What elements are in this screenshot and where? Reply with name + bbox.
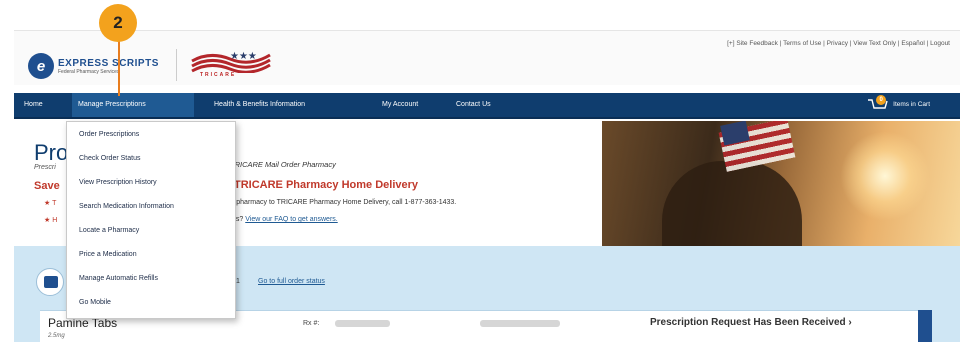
full-order-status-link[interactable]: Go to full order status: [258, 278, 325, 285]
menu-item-order-prescriptions[interactable]: Order Prescriptions: [79, 131, 139, 138]
nav-home[interactable]: Home: [18, 93, 49, 117]
main-nav: Home Manage Prescriptions Health & Benef…: [14, 93, 960, 119]
menu-item-price-medication[interactable]: Price a Medication: [79, 251, 137, 258]
menu-item-go-mobile[interactable]: Go Mobile: [79, 299, 111, 306]
faq-line: ns? View our FAQ to get answers.: [232, 216, 338, 223]
mail-order-text: TRICARE Mail Order Pharmacy: [230, 160, 336, 169]
site-header: e EXPRESS SCRIPTS Federal Pharmacy Servi…: [14, 30, 960, 85]
menu-item-locate-pharmacy[interactable]: Locate a Pharmacy: [79, 227, 139, 234]
utility-links[interactable]: [+] Site Feedback | Terms of Use | Priva…: [727, 40, 950, 47]
cart-icon: 0: [868, 95, 888, 111]
order-status-icon: [36, 268, 64, 296]
nav-manage-prescriptions[interactable]: Manage Prescriptions: [72, 93, 194, 117]
logo-sub-text: Federal Pharmacy Services: [58, 68, 120, 75]
logo-main-text: EXPRESS SCRIPTS: [58, 57, 159, 69]
nav-my-account[interactable]: My Account: [376, 93, 424, 117]
manage-prescriptions-menu: Order Prescriptions Check Order Status V…: [66, 121, 236, 319]
tricare-word: TRICARE: [200, 72, 237, 78]
hero-photo: [602, 121, 960, 246]
menu-item-manage-automatic-refills[interactable]: Manage Automatic Refills: [79, 275, 158, 282]
nav-health-benefits[interactable]: Health & Benefits Information: [208, 93, 311, 117]
rx-status-link[interactable]: Prescription Request Has Been Received ›: [650, 317, 880, 328]
rx-card-side-tab[interactable]: [918, 310, 932, 342]
tricare-flag-icon: ★★★: [191, 51, 271, 74]
page-subtitle: Prescri: [34, 164, 56, 171]
menu-item-search-medication-information[interactable]: Search Medication Information: [79, 203, 174, 210]
nav-contact-us[interactable]: Contact Us: [450, 93, 497, 117]
menu-item-check-order-status[interactable]: Check Order Status: [79, 155, 140, 162]
cart-link[interactable]: 0 Items in Cart: [868, 95, 930, 111]
save-heading: Save: [34, 180, 60, 192]
rx-date-redacted: [480, 320, 560, 327]
rx-number-label: Rx #:: [303, 320, 320, 327]
express-scripts-logo[interactable]: e EXPRESS SCRIPTS Federal Pharmacy Servi…: [28, 53, 159, 79]
logo-divider: [176, 49, 177, 81]
express-scripts-logo-icon: e: [28, 53, 54, 79]
cart-label: Items in Cart: [893, 100, 930, 108]
bullet-item: ★ H: [44, 217, 58, 224]
menu-item-view-prescription-history[interactable]: View Prescription History: [79, 179, 157, 186]
rx-number-redacted: [335, 320, 390, 327]
svg-text:★★★: ★★★: [230, 51, 257, 62]
rx-dose: 2.5mg: [48, 333, 65, 339]
callout-number-badge: 2: [99, 4, 137, 42]
tricare-logo: ★★★ TRICARE: [190, 49, 272, 81]
faq-link[interactable]: View our FAQ to get answers.: [245, 216, 337, 223]
switch-pharmacy-text: r pharmacy to TRICARE Pharmacy Home Deli…: [232, 199, 457, 206]
home-delivery-heading: TRICARE Pharmacy Home Delivery: [234, 179, 419, 191]
bullet-item: ★ T: [44, 200, 57, 207]
order-count: 1: [236, 278, 240, 285]
